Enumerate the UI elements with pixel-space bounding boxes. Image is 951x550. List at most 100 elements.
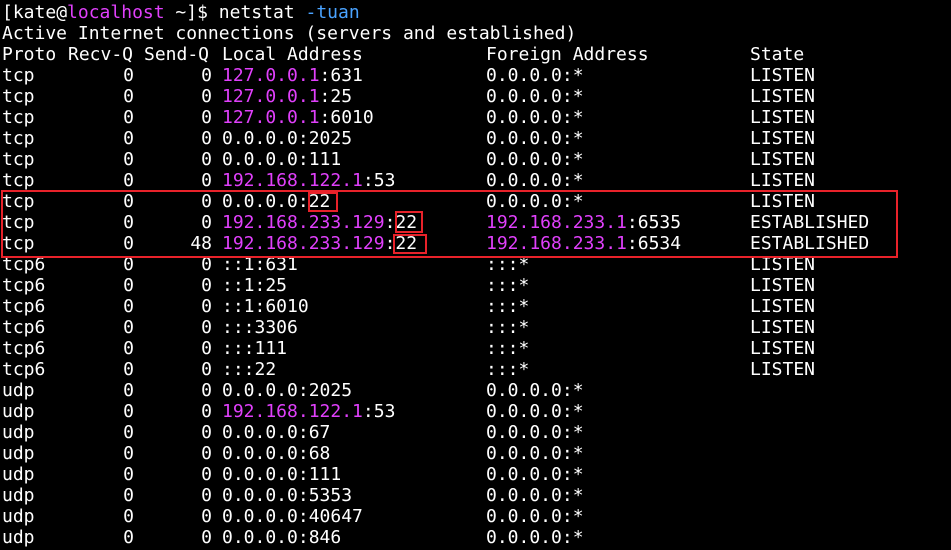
local-ip: 127.0.0.1 (222, 107, 320, 128)
table-row: tcp 0 0 127.0.0.1:631 0.0.0.0:* LISTEN (2, 65, 947, 86)
cell-recv-q: 0 (123, 401, 134, 422)
foreign-port: 0.0.0.0:* (486, 86, 584, 107)
table-row: tcp 0 48 192.168.233.129:22 192.168.233.1:65… (2, 233, 947, 254)
terminal-window[interactable]: [kate@localhost ~]$ netstat -tuan Active… (0, 0, 951, 550)
local-port: ::1:631 (222, 254, 298, 275)
cell-local-address: 192.168.122.1:53 (222, 401, 395, 422)
foreign-port: :::* (486, 296, 530, 317)
foreign-port: :6535 (626, 212, 682, 233)
cell-state: LISTEN (750, 149, 816, 170)
cell-foreign-address: 0.0.0.0:* (486, 86, 584, 107)
cell-foreign-address: 0.0.0.0:* (486, 65, 584, 86)
local-port: 0.0.0.0:40647 (222, 506, 363, 527)
cell-state: LISTEN (750, 170, 816, 191)
cell-local-address: :::22 (222, 359, 276, 380)
foreign-port: 0.0.0.0:* (486, 170, 584, 191)
cell-recv-q: 0 (123, 506, 134, 527)
cell-recv-q: 0 (123, 170, 134, 191)
cell-send-q: 0 (201, 170, 212, 191)
cell-local-address: 0.0.0.0:2025 (222, 380, 352, 401)
table-row: tcp6 0 0::1:25:::* LISTEN (2, 275, 947, 296)
table-row: tcp6 0 0::1:6010:::* LISTEN (2, 296, 947, 317)
cell-state: LISTEN (750, 317, 816, 338)
cell-recv-q: 0 (123, 422, 134, 443)
cell-local-address: 0.0.0.0:22 (222, 191, 330, 212)
cell-proto: tcp (2, 107, 35, 128)
cell-state: LISTEN (750, 275, 816, 296)
cell-send-q: 0 (201, 359, 212, 380)
cell-proto: tcp (2, 128, 35, 149)
local-port: 0.0.0.0:111 (222, 149, 342, 170)
cell-send-q: 0 (201, 128, 212, 149)
cell-send-q: 0 (201, 149, 212, 170)
foreign-port: :::* (486, 275, 530, 296)
cell-recv-q: 0 (123, 317, 134, 338)
cell-send-q: 0 (201, 422, 212, 443)
cell-recv-q: 0 (123, 443, 134, 464)
cell-send-q: 0 (201, 191, 212, 212)
cell-foreign-address: :::* (486, 296, 529, 317)
cell-state: LISTEN (750, 296, 816, 317)
cell-foreign-address: 0.0.0.0:* (486, 443, 584, 464)
foreign-port: 0.0.0.0:* (486, 485, 584, 506)
cell-foreign-address: 0.0.0.0:* (486, 107, 584, 128)
cell-local-address: ::1:6010 (222, 296, 309, 317)
cell-recv-q: 0 (123, 275, 134, 296)
local-port: 0.0.0.0:846 (222, 527, 342, 548)
local-port: :22 (384, 233, 418, 254)
foreign-port: 0.0.0.0:* (486, 401, 584, 422)
cell-foreign-address: 0.0.0.0:* (486, 170, 584, 191)
table-row: udp 0 0 0.0.0.0:68 0.0.0.0:* (2, 443, 947, 464)
local-port: :25 (319, 86, 353, 107)
cell-local-address: 127.0.0.1:25 (222, 86, 352, 107)
header-state: State (750, 44, 805, 65)
cell-foreign-address: 0.0.0.0:* (486, 464, 584, 485)
foreign-port: 0.0.0.0:* (486, 380, 584, 401)
local-port: 0.0.0.0:5353 (222, 485, 353, 506)
cell-state: ESTABLISHED (750, 233, 870, 254)
cell-proto: tcp (2, 191, 35, 212)
cell-local-address: 0.0.0.0:67 (222, 422, 330, 443)
foreign-ip: 192.168.233.1 (486, 212, 627, 233)
cell-recv-q: 0 (123, 149, 134, 170)
cell-send-q: 0 (201, 275, 212, 296)
header-proto: Proto (2, 44, 57, 65)
cell-recv-q: 0 (123, 212, 134, 233)
local-ip: 127.0.0.1 (222, 65, 320, 86)
cell-send-q: 0 (201, 527, 212, 548)
cell-foreign-address: 0.0.0.0:* (486, 149, 584, 170)
cell-foreign-address: 0.0.0.0:* (486, 506, 584, 527)
table-row: tcp6 0 0:::111:::* LISTEN (2, 338, 947, 359)
cell-foreign-address: 192.168.233.1:6535 (486, 212, 681, 233)
foreign-port: 0.0.0.0:* (486, 443, 584, 464)
cell-proto: udp (2, 422, 35, 443)
table-row: tcp 0 0 192.168.122.1:53 0.0.0.0:* LISTEN (2, 170, 947, 191)
foreign-port: 0.0.0.0:* (486, 527, 584, 548)
cell-state: LISTEN (750, 359, 816, 380)
local-ip: 192.168.122.1 (222, 401, 363, 422)
foreign-port: :::* (486, 317, 530, 338)
cell-local-address: :::111 (222, 338, 287, 359)
cell-send-q: 0 (201, 317, 212, 338)
cell-send-q: 0 (201, 506, 212, 527)
cell-foreign-address: 0.0.0.0:* (486, 422, 584, 443)
cell-state: LISTEN (750, 191, 816, 212)
prompt-host: localhost (67, 2, 165, 23)
local-port: 0.0.0.0:2025 (222, 128, 353, 149)
cell-send-q: 0 (201, 485, 212, 506)
cell-recv-q: 0 (123, 65, 134, 86)
cell-recv-q: 0 (123, 86, 134, 107)
cell-foreign-address: :::* (486, 275, 529, 296)
cell-send-q: 0 (201, 212, 212, 233)
cell-proto: tcp (2, 233, 35, 254)
prompt-at: @ (56, 2, 68, 23)
cell-send-q: 0 (201, 296, 212, 317)
cell-local-address: 192.168.122.1:53 (222, 170, 395, 191)
cell-proto: udp (2, 443, 35, 464)
cell-proto: udp (2, 401, 35, 422)
cell-foreign-address: :::* (486, 338, 529, 359)
cell-local-address: 0.0.0.0:2025 (222, 128, 352, 149)
cell-send-q: 0 (201, 338, 212, 359)
cell-foreign-address: 0.0.0.0:* (486, 191, 584, 212)
table-row: tcp6 0 0:::3306:::* LISTEN (2, 317, 947, 338)
